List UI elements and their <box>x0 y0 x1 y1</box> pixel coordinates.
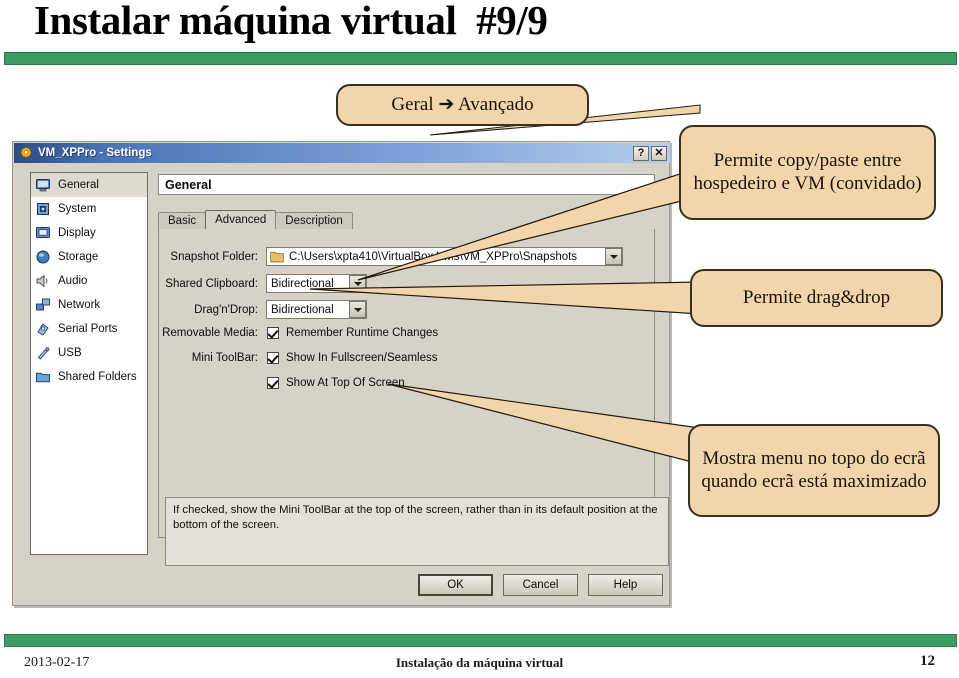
removable-media-row: Removable Media: Remember Runtime Change… <box>158 327 655 339</box>
removable-media-label: Removable Media: <box>162 327 258 339</box>
sidebar-item-label: Display <box>58 227 96 239</box>
folder-icon <box>36 372 50 383</box>
monitor-icon <box>36 179 50 192</box>
checkbox-box <box>267 377 279 389</box>
page-title: Instalar máquina virtual #9/9 <box>34 0 548 43</box>
dragndrop-label: Drag'n'Drop: <box>194 303 258 316</box>
footer-page-number: 12 <box>920 653 935 669</box>
window-title: VM_XPPro - Settings <box>38 147 152 159</box>
chip-icon <box>37 203 49 215</box>
network-icon <box>36 298 50 311</box>
settings-help-text: If checked, show the Mini ToolBar at the… <box>165 497 669 566</box>
checkbox-box <box>267 327 279 339</box>
sidebar-item-label: USB <box>58 347 82 359</box>
callout-shared-clipboard: Permite copy/paste entre hospedeiro e VM… <box>679 125 936 220</box>
speaker-icon <box>36 275 48 287</box>
snapshot-folder-label: Snapshot Folder: <box>170 250 258 263</box>
sidebar-item-system[interactable]: System <box>31 197 147 221</box>
title-divider-bar <box>4 52 957 65</box>
sidebar-item-label: Serial Ports <box>58 323 118 335</box>
ok-button[interactable]: OK <box>418 574 493 596</box>
sidebar-item-shared-folders[interactable]: Shared Folders <box>31 365 147 389</box>
settings-category-list[interactable]: General System Display Storage Audio Net… <box>30 172 148 555</box>
sidebar-item-serial-ports[interactable]: Serial Ports <box>31 317 147 341</box>
connector-dragdrop-callout <box>309 281 701 315</box>
checkbox-box <box>267 352 279 364</box>
sidebar-item-label: Network <box>58 299 101 311</box>
sidebar-item-usb[interactable]: USB <box>31 341 147 365</box>
sidebar-item-display[interactable]: Display <box>31 221 147 245</box>
sidebar-item-audio[interactable]: Audio <box>31 269 147 293</box>
display-icon <box>36 227 50 238</box>
sidebar-item-label: Shared Folders <box>58 371 137 383</box>
cancel-button[interactable]: Cancel <box>503 574 578 596</box>
mini-toolbar-row: Mini ToolBar: Show In Fullscreen/Seamles… <box>158 352 655 364</box>
sidebar-item-label: General <box>58 179 99 191</box>
sidebar-item-label: Storage <box>58 251 99 263</box>
show-in-fullscreen-label: Show In Fullscreen/Seamless <box>286 352 438 364</box>
slide-canvas: Instalar máquina virtual #9/9 VM_XPPro -… <box>0 0 959 678</box>
help-button[interactable]: Help <box>588 574 663 596</box>
footer-divider-bar <box>4 634 957 647</box>
sidebar-item-label: System <box>58 203 97 215</box>
remember-runtime-changes-checkbox[interactable]: Remember Runtime Changes <box>267 327 438 339</box>
dialog-button-row: OK Cancel Help <box>418 574 663 596</box>
callout-mini-toolbar: Mostra menu no topo do ecrã quando ecrã … <box>688 424 940 517</box>
mini-toolbar-label: Mini ToolBar: <box>191 352 258 364</box>
show-in-fullscreen-checkbox[interactable]: Show In Fullscreen/Seamless <box>267 352 437 364</box>
sidebar-item-label: Audio <box>58 275 88 287</box>
callout-dragdrop: Permite drag&drop <box>690 269 943 327</box>
sidebar-item-network[interactable]: Network <box>31 293 147 317</box>
connector-clipboard-callout <box>357 163 711 281</box>
connector-minitoolbar-callout <box>387 383 701 465</box>
remember-runtime-changes-label: Remember Runtime Changes <box>286 327 439 339</box>
disk-icon <box>36 250 50 264</box>
serial-port-icon <box>37 323 49 336</box>
sidebar-item-storage[interactable]: Storage <box>31 245 147 269</box>
shared-clipboard-label: Shared Clipboard: <box>165 277 258 290</box>
tab-basic[interactable]: Basic <box>158 212 207 229</box>
usb-icon <box>38 347 50 360</box>
gear-icon <box>20 146 32 158</box>
callout-navigation-path: Geral ➔ Avançado <box>336 84 589 126</box>
sidebar-item-general[interactable]: General <box>31 173 147 197</box>
